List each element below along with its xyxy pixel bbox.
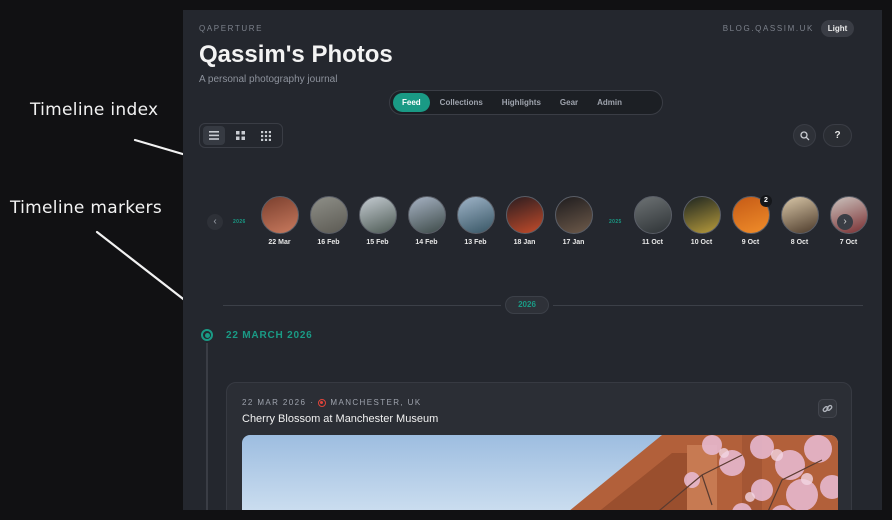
timeline-thumb[interactable]: 16 Feb <box>309 196 348 246</box>
timeline-thumb[interactable]: 14 Feb <box>407 196 446 246</box>
timeline-thumb[interactable]: 13 Feb <box>456 196 495 246</box>
timeline-marker[interactable] <box>201 329 213 341</box>
timeline-line <box>206 343 208 510</box>
year-divider-badge: 2026 <box>505 296 549 314</box>
tab-feed[interactable]: Feed <box>393 93 430 112</box>
timeline-thumb[interactable]: 10 Oct <box>682 196 721 246</box>
search-button[interactable] <box>793 124 816 147</box>
theme-toggle-button[interactable]: Light <box>821 20 854 37</box>
app-window: QAPERTURE BLOG.QASSIM.UK Light Qassim's … <box>183 10 882 510</box>
timeline-thumb-label: 9 Oct <box>741 239 760 246</box>
year-tag: 2026 <box>233 219 246 225</box>
list-view-button[interactable] <box>203 126 225 145</box>
tab-admin[interactable]: Admin <box>588 93 631 112</box>
view-mode-switcher <box>199 123 283 148</box>
timeline-thumb[interactable]: 11 Oct <box>633 196 672 246</box>
timeline-thumb-label: 8 Oct <box>790 239 809 246</box>
search-icon <box>799 130 809 140</box>
timeline-thumb-image <box>633 196 672 234</box>
post-title[interactable]: Cherry Blossom at Manchester Museum <box>242 413 438 425</box>
page-subtitle: A personal photography journal <box>199 74 338 85</box>
brand-logo-text: QAPERTURE <box>199 24 264 33</box>
photo-count-badge: 2 <box>760 195 772 207</box>
timeline-thumb-label: 7 Oct <box>839 239 858 246</box>
list-icon <box>209 131 219 140</box>
tab-collections[interactable]: Collections <box>431 93 492 112</box>
dense-grid-icon <box>261 130 271 141</box>
annotation-timeline-markers: Timeline markers <box>10 198 162 218</box>
year-divider-line <box>223 305 501 306</box>
timeline-thumb-image <box>309 196 348 234</box>
main-nav: Feed Collections Highlights Gear Admin <box>389 90 663 115</box>
timeline-thumb-label: 22 Mar <box>268 239 291 246</box>
post-photo[interactable] <box>242 435 838 510</box>
post-date: 22 MAR 2026 <box>242 398 307 407</box>
link-icon <box>822 404 833 413</box>
timeline-thumb-image <box>554 196 593 234</box>
timeline-thumb-label: 14 Feb <box>415 239 438 246</box>
page-title: Qassim's Photos <box>199 41 393 68</box>
timeline-thumb-label: 13 Feb <box>464 239 487 246</box>
timeline-thumb-label: 18 Jan <box>513 239 536 246</box>
grid-icon <box>235 131 245 140</box>
scroll-left-button[interactable]: ‹ <box>207 214 223 230</box>
location-pin-icon <box>318 398 327 407</box>
meta-separator: · <box>310 398 315 407</box>
post-meta: 22 MAR 2026 · MANCHESTER, UK <box>242 398 422 407</box>
year-divider-line <box>553 305 863 306</box>
scroll-right-button[interactable]: › <box>837 214 853 230</box>
timeline-thumb-image <box>780 196 819 234</box>
timeline-marker-dot <box>204 332 210 338</box>
timeline-thumb[interactable]: 8 Oct <box>780 196 819 246</box>
copy-link-button[interactable] <box>818 399 837 418</box>
timeline-thumb-label: 15 Feb <box>366 239 389 246</box>
timeline-thumb-image <box>456 196 495 234</box>
tab-gear[interactable]: Gear <box>551 93 587 112</box>
post-card[interactable]: 22 MAR 2026 · MANCHESTER, UK Cherry Blos… <box>226 382 852 510</box>
timeline-thumb-image <box>407 196 446 234</box>
post-photo-image <box>242 435 838 510</box>
post-location[interactable]: MANCHESTER, UK <box>330 398 421 407</box>
timeline-thumb-label: 11 Oct <box>641 239 663 246</box>
blog-link[interactable]: BLOG.QASSIM.UK <box>723 24 814 33</box>
timeline-thumb-image <box>358 196 397 234</box>
dense-grid-view-button[interactable] <box>255 126 277 145</box>
timeline-thumb[interactable]: 18 Jan <box>505 196 544 246</box>
timeline-thumb-image <box>682 196 721 234</box>
annotation-timeline-index: Timeline index <box>30 100 159 120</box>
timeline-thumb[interactable]: 17 Jan <box>554 196 593 246</box>
timeline-date-heading: 22 MARCH 2026 <box>226 330 313 341</box>
year-tag: 2025 <box>609 219 622 225</box>
help-button[interactable]: ? <box>823 124 852 147</box>
timeline-thumb-image <box>505 196 544 234</box>
timeline-thumb-label: 17 Jan <box>562 239 585 246</box>
grid-view-button[interactable] <box>229 126 251 145</box>
timeline-thumb[interactable]: 15 Feb <box>358 196 397 246</box>
timeline-thumb[interactable]: 22 Mar <box>260 196 299 246</box>
timeline-thumb-image <box>260 196 299 234</box>
timeline-thumb-label: 16 Feb <box>317 239 340 246</box>
timeline-index: ‹ 2026 2025 22 Mar 16 Feb 15 Feb 14 Feb 13 F… <box>207 195 868 256</box>
timeline-thumb[interactable]: 2 9 Oct <box>731 195 772 246</box>
tab-highlights[interactable]: Highlights <box>493 93 550 112</box>
timeline-thumb-label: 10 Oct <box>690 239 713 246</box>
